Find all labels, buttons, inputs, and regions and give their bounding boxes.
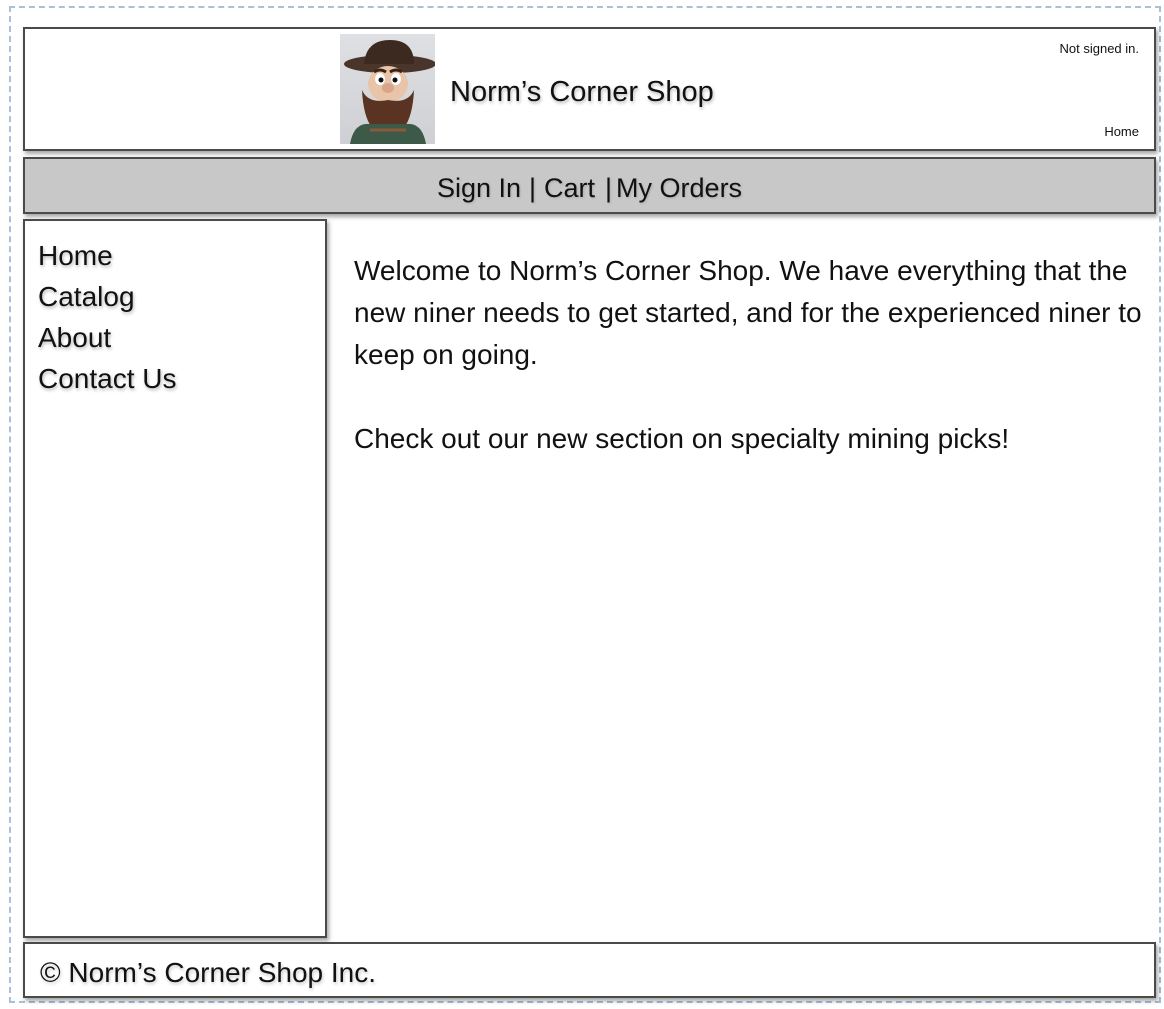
mascot-miner-icon [340,34,435,144]
copyright-text: © Norm’s Corner Shop Inc. [40,957,377,988]
top-nav-bar: Sign In | Cart | My Orders [23,157,1156,214]
nav-separator: | [605,173,613,203]
nav-cart-link[interactable]: Cart [544,173,595,203]
sidebar-menu: Home Catalog About Contact Us [38,235,177,399]
top-nav-links: Sign In | Cart | My Orders [25,173,1154,204]
sidebar-item-about[interactable]: About [38,317,177,358]
sidebar: Home Catalog About Contact Us [23,219,327,938]
main-content: Welcome to Norm’s Corner Shop. We have e… [354,250,1144,502]
sidebar-item-contact-us[interactable]: Contact Us [38,358,177,399]
site-title: Norm’s Corner Shop [450,76,714,108]
sidebar-item-catalog[interactable]: Catalog [38,276,177,317]
welcome-paragraph: Welcome to Norm’s Corner Shop. We have e… [354,255,1142,370]
sidebar-item-home[interactable]: Home [38,235,177,276]
nav-sign-in-link[interactable]: Sign In [437,173,521,203]
nav-my-orders-link[interactable]: My Orders [616,173,742,203]
promo-paragraph: Check out our new section on specialty m… [354,423,1010,454]
nav-separator: | [529,173,537,203]
site-footer: © Norm’s Corner Shop Inc. [23,942,1156,998]
sign-in-status: Not signed in. [1059,41,1140,56]
breadcrumb[interactable]: Home [1104,124,1139,139]
